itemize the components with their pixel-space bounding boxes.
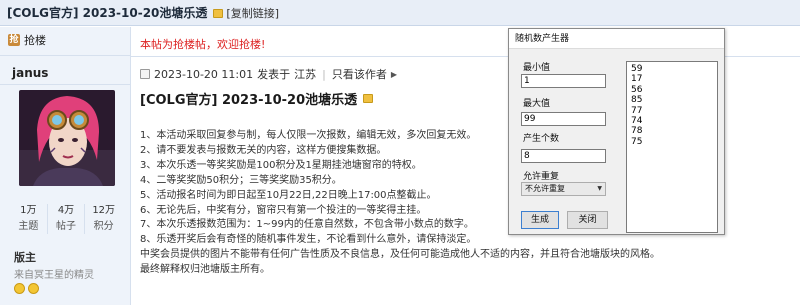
post-title: [COLG官方] 2023-10-20池塘乐透 [140,89,374,108]
count-label: 产生个数 [523,134,560,144]
caret-right-icon: ▶ [390,69,397,79]
result-list[interactable]: 59 17 56 85 77 74 78 75 [626,61,718,233]
max-label: 最大值 [523,99,551,109]
result-item: 75 [631,136,643,147]
author-stats: 1万 主题 4万 帖子 12万 积分 [10,204,122,234]
repeat-select[interactable]: 不允许重复 ▼ [521,182,606,196]
stat-threads-value: 1万 [20,205,37,216]
posted-from-label: 发表于 [257,68,291,81]
stat-credits[interactable]: 12万 积分 [85,204,122,234]
result-item: 78 [631,126,643,137]
stat-posts[interactable]: 4万 帖子 [48,204,86,234]
lock-icon [213,9,224,18]
grab-floor-button[interactable]: 抢 抢楼 [8,32,46,48]
post-location: 江苏 [294,68,317,81]
stat-credits-value: 12万 [92,205,116,216]
grab-floor-notice: 本帖为抢楼帖，欢迎抢楼! [140,38,266,51]
lock-icon [363,94,374,103]
result-item: 74 [631,116,643,127]
chevron-down-icon: ▼ [597,185,602,192]
generate-button[interactable]: 生成 [521,211,559,229]
repeat-label: 允许重复 [523,172,560,182]
max-value-input[interactable] [521,112,606,126]
post-rule-line: 最终解释权归池塘版主所有。 [140,264,270,276]
close-button[interactable]: 关闭 [567,211,608,229]
post-meta: 2023-10-20 11:01 发表于 江苏 | 只看该作者 ▶ [140,66,397,82]
copy-link-button[interactable]: [复制链接] [226,5,279,21]
repeat-select-value: 不允许重复 [525,184,565,193]
stat-credits-label: 积分 [93,221,114,232]
divider [0,55,131,56]
result-item: 17 [631,74,643,85]
user-role: 版主 [14,251,36,264]
thread-title: [COLG官方] 2023-10-20池塘乐透 [7,6,208,20]
stat-posts-label: 帖子 [56,221,76,232]
result-item: 56 [631,84,643,95]
stat-posts-value: 4万 [57,205,75,216]
medal-icon[interactable] [28,283,39,294]
avatar[interactable] [19,90,115,186]
view-author-only-link[interactable]: 只看该作者 [332,66,387,82]
post-rule-line: 中奖会员提供的图片不能带有任何广告性质及不良信息，及任何可能造成他人不适的内容，… [140,249,660,261]
post-date: 2023-10-20 11:01 [154,67,254,81]
result-item: 59 [631,64,643,74]
min-value-input[interactable] [521,74,606,88]
result-item: 85 [631,95,643,106]
grab-floor-label: 抢楼 [24,34,46,47]
thread-title-bar: [COLG官方] 2023-10-20池塘乐透 [复制链接] [0,0,800,26]
calendar-icon [140,69,150,79]
separator: | [322,67,326,81]
reply-icon: 抢 [8,34,20,46]
random-number-dialog: 随机数产生器 最小值 最大值 产生个数 允许重复 不允许重复 ▼ 生成 关闭 5… [508,28,725,235]
min-label: 最小值 [523,63,551,73]
author-username[interactable]: janus [12,66,48,80]
medal-list [14,283,39,294]
user-group: 来自冥王星的精灵 [14,270,94,281]
post-title-text: [COLG官方] 2023-10-20池塘乐透 [140,93,358,108]
count-input[interactable] [521,149,606,163]
result-item: 77 [631,105,643,116]
medal-icon[interactable] [14,283,25,294]
dialog-title[interactable]: 随机数产生器 [509,29,724,49]
post-rule-line: 8、乐透开奖后会有奇怪的随机事件发生，不论看到什么意外，请保持淡定。 [140,234,477,246]
stat-threads-label: 主题 [18,221,39,232]
stat-threads[interactable]: 1万 主题 [10,204,48,234]
divider [0,84,131,85]
